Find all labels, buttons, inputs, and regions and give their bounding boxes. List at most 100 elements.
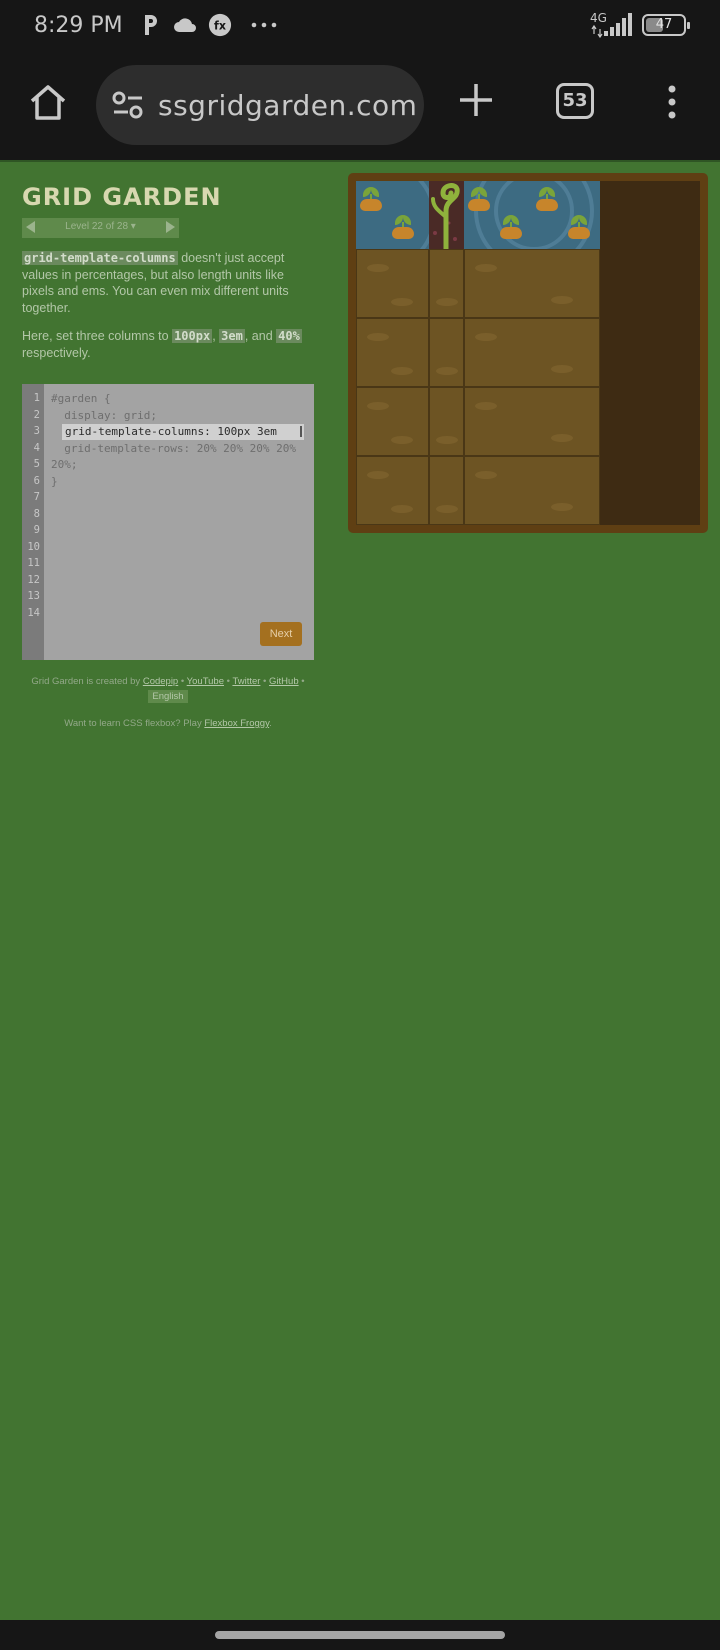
- bullet: •: [260, 676, 270, 687]
- line-number: 2: [33, 409, 40, 421]
- line-number: 7: [33, 491, 40, 503]
- home-icon[interactable]: [28, 82, 68, 122]
- line-number: 9: [33, 524, 40, 536]
- menu-icon[interactable]: [664, 84, 680, 120]
- p-icon: [145, 15, 157, 35]
- code-40pct: 40%: [276, 329, 302, 343]
- carrot-icon: [500, 215, 522, 239]
- browser-toolbar: ssgridgarden.com 53: [0, 52, 720, 162]
- weed-icon: [431, 183, 460, 249]
- garden-board: [348, 173, 708, 533]
- weed-cell: [429, 181, 464, 249]
- signal-icon: 4G: [590, 12, 632, 38]
- soil-bed: [464, 387, 600, 456]
- soil-bed: [464, 318, 600, 387]
- line-number: 10: [27, 541, 40, 553]
- line-number: 6: [33, 475, 40, 487]
- text-caret: [300, 426, 302, 437]
- soil-bed: [429, 249, 464, 318]
- soil-bed: [429, 318, 464, 387]
- soil-bed: [356, 249, 429, 318]
- instruction-2: Here, set three columns to 100px, 3em, a…: [22, 328, 302, 361]
- new-tab-icon[interactable]: [458, 82, 494, 118]
- line-gutter: 1 2 3 4 5 6 7 8 9 10 11 12 13 14: [22, 384, 44, 660]
- line-number: 11: [27, 557, 40, 569]
- soil-bed: [356, 318, 429, 387]
- soil-bed: [356, 387, 429, 456]
- twitter-link[interactable]: Twitter: [232, 676, 260, 687]
- code-line-4: grid-template-rows: 20% 20% 20% 20%: [51, 442, 297, 455]
- flexbox-promo-text: Want to learn CSS flexbox? Play: [64, 718, 205, 729]
- level-caret-icon[interactable]: ▾: [131, 221, 136, 232]
- battery-icon: 47: [642, 14, 690, 36]
- instruction-2-sep2: , and: [244, 329, 277, 343]
- line-number: 4: [33, 442, 40, 454]
- credits: Grid Garden is created by Codepip • YouT…: [22, 676, 314, 703]
- bullet: •: [298, 676, 305, 687]
- css-input[interactable]: grid-template-columns: 100px 3em: [62, 424, 304, 440]
- soil-bed: [429, 456, 464, 525]
- water-cell: [464, 181, 600, 249]
- tab-switcher-button[interactable]: 53: [556, 83, 594, 119]
- carrot-icon: [392, 215, 414, 239]
- code-line-5: 20%;: [51, 458, 78, 471]
- soil-bed: [464, 456, 600, 525]
- instruction-2-prefix: Here, set three columns to: [22, 329, 173, 343]
- level-text[interactable]: Level 22 of 28: [65, 221, 128, 232]
- gesture-bar: [0, 1620, 720, 1650]
- css-input-value[interactable]: grid-template-columns: 100px 3em: [65, 425, 284, 438]
- css-editor: 1 2 3 4 5 6 7 8 9 10 11 12 13 14 #garden…: [22, 384, 314, 660]
- line-number: 1: [33, 392, 40, 404]
- carrot-icon: [536, 187, 558, 211]
- soil-bed: [356, 456, 429, 525]
- battery-tip: [687, 22, 690, 29]
- line-number: 14: [27, 607, 40, 619]
- line-number: 5: [33, 458, 40, 470]
- home-gesture-handle[interactable]: [215, 1631, 505, 1639]
- code-line-2: display: grid;: [51, 409, 157, 422]
- carrot-icon: [360, 187, 382, 211]
- url-text[interactable]: ssgridgarden.com: [158, 89, 417, 122]
- status-right: 4G 47: [590, 12, 690, 38]
- site-settings-icon[interactable]: [112, 91, 144, 119]
- flexbox-promo-period: .: [269, 718, 272, 729]
- next-button[interactable]: Next: [260, 622, 302, 646]
- flexbox-froggy-link[interactable]: Flexbox Froggy: [204, 718, 269, 729]
- carrot-icon: [568, 215, 590, 239]
- codepip-link[interactable]: Codepip: [143, 676, 178, 687]
- address-bar[interactable]: ssgridgarden.com: [96, 65, 424, 145]
- more-notifications-icon: [251, 22, 277, 28]
- code-line-6: }: [51, 475, 58, 488]
- soil-bed: [464, 249, 600, 318]
- flexbox-promo: Want to learn CSS flexbox? Play Flexbox …: [22, 718, 314, 729]
- line-number: 13: [27, 590, 40, 602]
- bullet: •: [178, 676, 187, 687]
- soil-bed: [429, 387, 464, 456]
- svg-text:fx: fx: [214, 20, 226, 33]
- level-label[interactable]: Level 22 of 28 ▾: [22, 221, 179, 232]
- instruction-1: grid-template-columns doesn't just accep…: [22, 250, 302, 316]
- code-3em: 3em: [219, 329, 245, 343]
- code-grid-template-columns: grid-template-columns: [22, 251, 178, 265]
- code-100px: 100px: [172, 329, 213, 343]
- fx-icon: fx: [208, 13, 232, 37]
- line-number: 8: [33, 508, 40, 520]
- status-bar: 8:29 PM fx 4G 47: [0, 0, 720, 52]
- youtube-link[interactable]: YouTube: [187, 676, 224, 687]
- page-title: GRID GARDEN: [22, 183, 222, 211]
- instruction-2-suffix: respectively.: [22, 345, 91, 360]
- water-cell: [356, 181, 429, 249]
- language-selector[interactable]: English: [148, 690, 188, 703]
- next-level-icon[interactable]: [166, 221, 175, 233]
- cloud-icon: [174, 18, 196, 32]
- line-number: 12: [27, 574, 40, 586]
- battery-level: 47: [655, 17, 673, 32]
- github-link[interactable]: GitHub: [269, 676, 299, 687]
- credits-text: Grid Garden is created by: [31, 676, 143, 687]
- code-line-1: #garden {: [51, 392, 111, 405]
- carrot-icon: [468, 187, 490, 211]
- line-number: 3: [33, 425, 40, 437]
- level-selector[interactable]: Level 22 of 28 ▾: [22, 218, 179, 238]
- status-time: 8:29 PM: [34, 13, 123, 38]
- toolbar-divider: [0, 160, 720, 162]
